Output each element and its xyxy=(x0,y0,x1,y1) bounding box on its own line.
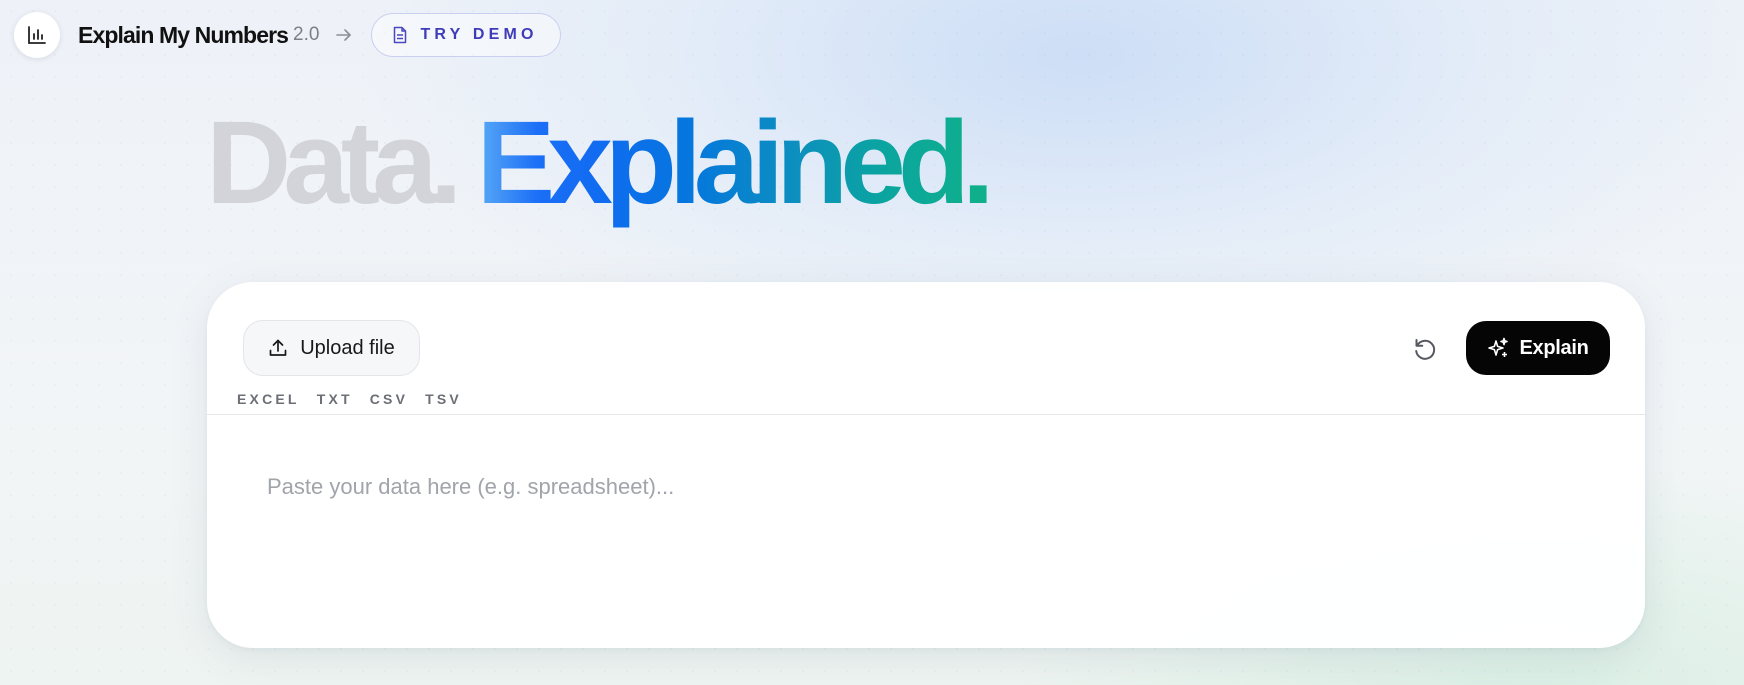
hero-heading: Data. Explained. xyxy=(206,104,995,222)
explain-button[interactable]: Explain xyxy=(1466,321,1610,375)
sparkles-icon xyxy=(1488,337,1509,357)
format-tsv: TSV xyxy=(425,391,462,407)
arrow-right-icon xyxy=(335,27,353,43)
format-csv: CSV xyxy=(369,391,409,407)
format-excel: EXCEL xyxy=(237,391,300,407)
reset-button[interactable] xyxy=(1410,334,1440,364)
app-header: Explain My Numbers 2.0 TRY DEMO xyxy=(14,12,561,58)
data-paste-input[interactable] xyxy=(267,474,1567,614)
app-version: 2.0 xyxy=(293,24,320,45)
try-demo-label: TRY DEMO xyxy=(420,26,538,43)
try-demo-button[interactable]: TRY DEMO xyxy=(371,13,561,57)
document-icon xyxy=(394,26,407,44)
data-input-card: Upload file EXCEL TXT CSV TSV Explain xyxy=(207,282,1645,648)
hero-word-data: Data. xyxy=(206,97,463,229)
card-divider xyxy=(207,414,1645,415)
hero-word-explained: Explained. xyxy=(476,97,995,229)
explain-label: Explain xyxy=(1519,336,1589,359)
reset-icon xyxy=(1415,339,1436,360)
bar-chart-icon xyxy=(28,26,46,44)
upload-icon xyxy=(269,339,287,356)
format-txt: TXT xyxy=(316,391,353,407)
supported-formats: EXCEL TXT CSV TSV xyxy=(237,391,462,407)
upload-file-label: Upload file xyxy=(300,336,395,359)
upload-file-button[interactable]: Upload file xyxy=(243,320,420,376)
logo-button[interactable] xyxy=(14,12,60,58)
app-name: Explain My Numbers xyxy=(78,21,289,48)
